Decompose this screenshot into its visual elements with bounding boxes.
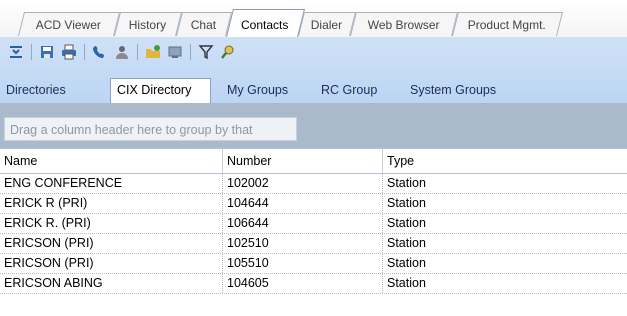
cell-name: ERICK R. (PRI) (4, 216, 91, 230)
table-row[interactable]: ERICSON ABING 104605 Station (0, 274, 627, 294)
cell-type: Station (382, 254, 627, 273)
table-row[interactable]: ERICK R. (PRI) 106644 Station (0, 214, 627, 234)
cell-type: Station (382, 194, 627, 213)
subtab-cix-directory[interactable]: CIX Directory (110, 78, 211, 103)
cell-name: ERICK R (PRI) (4, 196, 88, 210)
filter-icon[interactable] (196, 42, 216, 62)
tab-label: Chat (191, 18, 217, 32)
main-tab-strip: ACD Viewer History Chat Contacts Dialer … (0, 0, 627, 38)
tab-contacts[interactable]: Contacts (226, 9, 305, 37)
cell-name: ERICSON ABING (4, 276, 103, 290)
table-row[interactable]: ENG CONFERENCE 102002 Station (0, 174, 627, 194)
contacts-panel-header: Directories CIX Directory My Groups RC G… (0, 37, 627, 103)
properties-icon[interactable] (165, 42, 185, 62)
cell-type: Station (382, 174, 627, 193)
tab-history[interactable]: History (114, 12, 182, 36)
cell-number: 104605 (222, 274, 382, 293)
tab-web-browser[interactable]: Web Browser (350, 12, 458, 36)
table-row[interactable]: ERICK R (PRI) 104644 Station (0, 194, 627, 214)
phone-icon[interactable] (90, 42, 110, 62)
tab-label: Web Browser (367, 18, 440, 32)
tab-chat[interactable]: Chat (176, 12, 232, 36)
user-icon[interactable] (112, 42, 132, 62)
tab-dialer[interactable]: Dialer (298, 12, 356, 36)
cell-name: ENG CONFERENCE (4, 176, 123, 190)
table-row[interactable]: ERICSON (PRI) 102510 Station (0, 234, 627, 254)
cell-number: 105510 (222, 254, 382, 273)
save-icon[interactable] (37, 42, 57, 62)
table-row[interactable]: ERICSON (PRI) 105510 Station (0, 254, 627, 274)
search-person-icon[interactable] (218, 42, 238, 62)
grid-body: ENG CONFERENCE 102002 Station ERICK R (P… (0, 174, 627, 294)
toolbar-separator (137, 44, 138, 60)
cell-number: 104644 (222, 194, 382, 213)
cell-type: Station (382, 234, 627, 253)
tab-label: ACD Viewer (36, 18, 102, 32)
cell-number: 102002 (222, 174, 382, 193)
directory-subtabs: Directories CIX Directory My Groups RC G… (0, 77, 627, 103)
group-by-hint: Drag a column header here to group by th… (4, 117, 297, 161)
column-header-name[interactable]: Name (0, 149, 222, 173)
toolbar (6, 41, 238, 63)
print-icon[interactable] (59, 42, 79, 62)
subtab-directories[interactable]: Directories (0, 79, 72, 101)
subtab-rc-group[interactable]: RC Group (315, 79, 383, 101)
tab-product-mgmt[interactable]: Product Mgmt. (452, 12, 563, 36)
collapse-icon[interactable] (6, 42, 26, 62)
subtab-my-groups[interactable]: My Groups (221, 79, 294, 101)
tab-acd-viewer[interactable]: ACD Viewer (18, 12, 120, 36)
cell-type: Station (382, 274, 627, 293)
cell-name: ERICSON (PRI) (4, 256, 94, 270)
column-header-type[interactable]: Type (382, 149, 627, 173)
tab-label: Product Mgmt. (468, 18, 547, 32)
tab-label: History (129, 18, 167, 32)
subtab-system-groups[interactable]: System Groups (404, 79, 502, 101)
group-by-panel[interactable]: Drag a column header here to group by th… (0, 103, 627, 161)
toolbar-separator (84, 44, 85, 60)
toolbar-separator (190, 44, 191, 60)
new-folder-icon[interactable] (143, 42, 163, 62)
cell-name: ERICSON (PRI) (4, 236, 94, 250)
cell-number: 106644 (222, 214, 382, 233)
grid-header: Name Number Type (0, 148, 627, 174)
tab-label: Dialer (311, 18, 343, 32)
toolbar-separator (31, 44, 32, 60)
cell-type: Station (382, 214, 627, 233)
column-header-number[interactable]: Number (222, 149, 382, 173)
tab-label: Contacts (241, 18, 289, 32)
cell-number: 102510 (222, 234, 382, 253)
